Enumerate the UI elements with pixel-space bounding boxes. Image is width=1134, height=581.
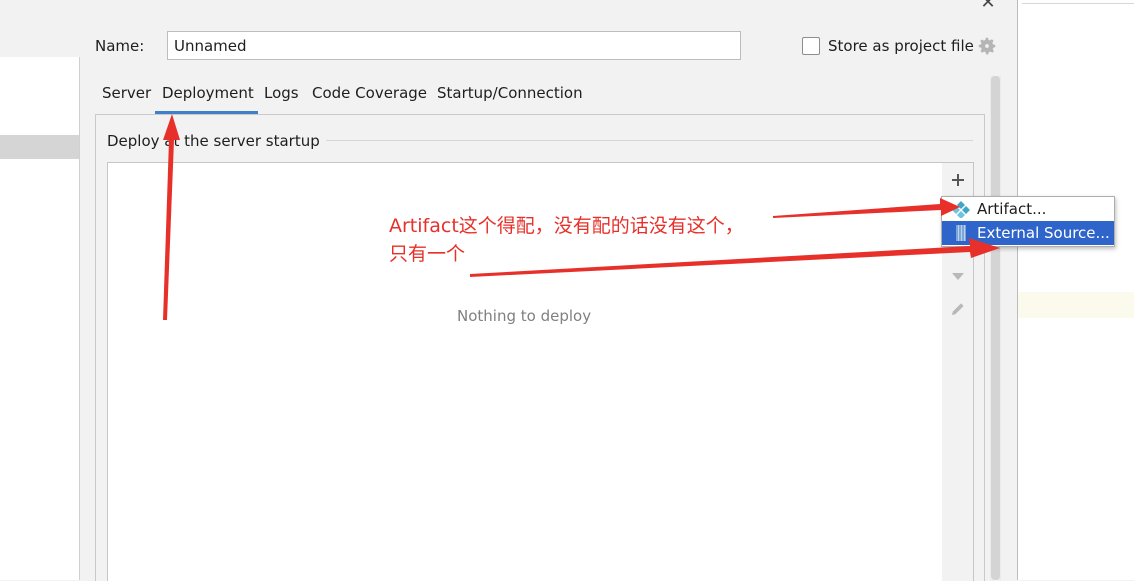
store-as-project-file-checkbox[interactable] (802, 37, 820, 55)
menu-item-artifact[interactable]: Artifact... (942, 197, 1114, 221)
scrollbar-thumb[interactable] (991, 76, 1000, 580)
close-icon[interactable]: ✕ (977, 0, 999, 12)
name-label: Name: (95, 37, 145, 55)
annotation-note: Artifact这个得配，没有配的话没有这个， 只有一个 (389, 212, 769, 268)
tab-code-coverage[interactable]: Code Coverage (312, 84, 427, 110)
artifact-icon (952, 201, 970, 218)
section-title: Deploy at the server startup (107, 132, 326, 150)
annotation-line-2: 只有一个 (389, 243, 466, 265)
name-input[interactable] (167, 31, 741, 60)
empty-list-text: Nothing to deploy (457, 307, 592, 325)
tab-startup-connection[interactable]: Startup/Connection (437, 84, 583, 110)
menu-item-external-source[interactable]: External Source... (942, 221, 1114, 245)
external-source-icon (956, 225, 966, 241)
move-down-icon[interactable] (949, 267, 967, 285)
menu-item-label: External Source... (977, 224, 1110, 242)
store-as-project-file-label[interactable]: Store as project file (828, 37, 974, 55)
tab-server[interactable]: Server (102, 84, 151, 110)
annotation-line-1: Artifact这个得配，没有配的话没有这个， (389, 215, 744, 237)
tab-deployment[interactable]: Deployment (162, 84, 254, 110)
gear-icon[interactable] (976, 35, 998, 57)
divider (1022, 3, 1134, 4)
editor-line-highlight (1018, 292, 1134, 318)
tree-selected-row[interactable] (0, 135, 79, 159)
add-popup-menu: Artifact... External Source... (941, 196, 1115, 247)
tab-logs[interactable]: Logs (264, 84, 299, 110)
add-icon[interactable] (949, 171, 967, 189)
background-editor (1017, 0, 1134, 580)
edit-icon[interactable] (949, 300, 967, 318)
menu-item-label: Artifact... (977, 200, 1047, 218)
section-divider (316, 140, 973, 141)
